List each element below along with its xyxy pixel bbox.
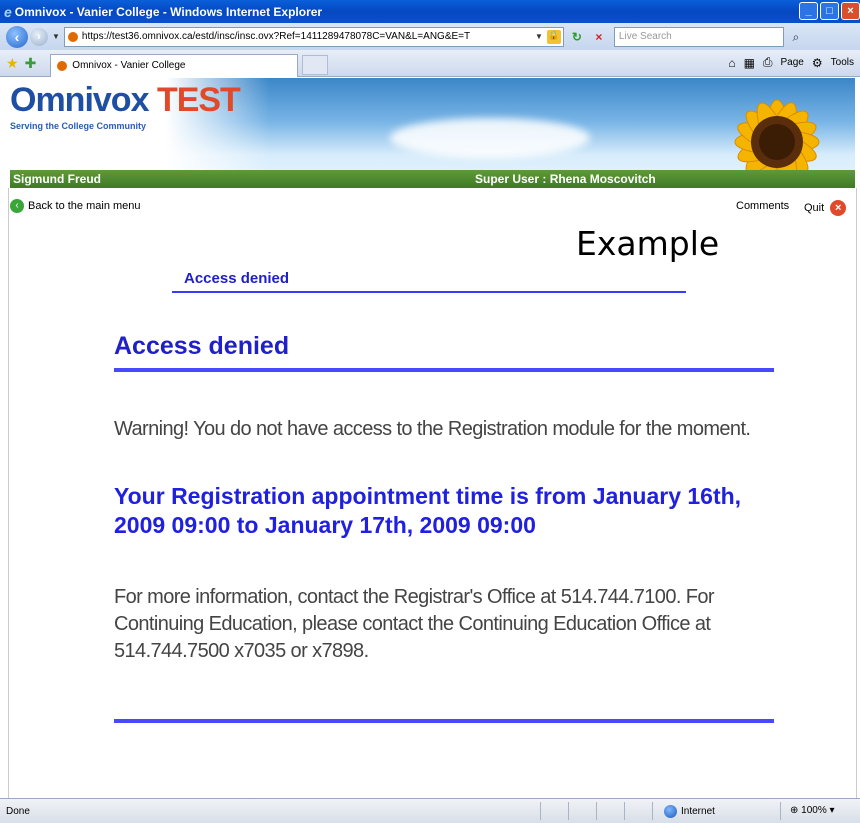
address-input[interactable]: https://test36.omnivox.ca/estd/insc/insc… (63, 26, 564, 47)
quit-label: Quit (804, 202, 825, 214)
zoom-level[interactable]: ⊕ 100% ▾ (790, 805, 835, 816)
brand-tagline: Serving the College Community (10, 121, 147, 131)
bottom-divider (114, 719, 774, 723)
back-arrow-icon: ‹ (10, 199, 24, 213)
home-icon[interactable]: ⌂ (728, 56, 735, 70)
stop-icon[interactable]: × (590, 28, 608, 46)
tab-label: Omnivox - Vanier College (72, 60, 186, 71)
cloud-decoration (390, 118, 590, 158)
brand-name: Omnivox (10, 81, 149, 119)
forward-arrow-button[interactable]: › (30, 27, 48, 46)
tab-toolbar: ★ ✚ Omnivox - Vanier College ⌂ ▦ ⎙ Page … (0, 50, 860, 77)
links-row: ‹ Back to the main menu Comments Quit × (10, 199, 855, 219)
back-to-menu-link[interactable]: ‹ Back to the main menu (10, 199, 141, 213)
new-tab-button[interactable] (302, 55, 329, 75)
globe-icon (664, 805, 677, 818)
site-banner: Omnivox TEST Serving the College Communi… (10, 78, 855, 188)
warning-message: Warning! You do not have access to the R… (114, 418, 751, 440)
maximize-button[interactable]: □ (820, 2, 839, 20)
tools-menu[interactable]: Tools (831, 57, 854, 68)
print-icon[interactable]: ⎙ (763, 55, 773, 70)
close-button[interactable]: × (841, 2, 860, 20)
back-arrow-button[interactable]: ‹ (6, 25, 28, 48)
page-title: Access denied (114, 332, 290, 360)
breadcrumb: Access denied (184, 270, 290, 287)
brand-logo: Omnivox TEST (10, 81, 241, 120)
window-titlebar: e Omnivox - Vanier College - Windows Int… (0, 0, 860, 23)
add-favorite-icon[interactable]: ✚ (25, 55, 37, 72)
search-icon[interactable]: ⌕ (786, 27, 806, 47)
tools-gear-icon: ⚙ (811, 55, 823, 70)
status-text: Done (6, 806, 30, 817)
quit-link[interactable]: Quit × (804, 200, 847, 216)
feeds-icon[interactable]: ▦ (744, 56, 755, 70)
address-dropdown-icon[interactable]: ▼ (535, 32, 543, 41)
brand-test-label: TEST (156, 81, 241, 119)
page-menu[interactable]: Page (781, 57, 804, 68)
lock-icon[interactable]: 🔒 (546, 29, 561, 44)
search-input[interactable]: Live Search (613, 26, 784, 47)
contact-info: For more information, contact the Regist… (114, 586, 715, 662)
address-url[interactable]: https://test36.omnivox.ca/estd/insc/insc… (82, 31, 531, 42)
status-bar: Done Internet ⊕ 100% ▾ (0, 798, 860, 823)
history-dropdown-icon[interactable]: ▼ (52, 32, 60, 41)
address-toolbar: ‹ › ▼ https://test36.omnivox.ca/estd/ins… (0, 23, 860, 50)
tab-omnivox[interactable]: Omnivox - Vanier College (50, 53, 299, 77)
favorites-star-icon[interactable]: ★ (6, 55, 19, 72)
minimize-button[interactable]: _ (799, 2, 818, 20)
comments-link[interactable]: Comments (736, 200, 789, 212)
site-favicon-icon (67, 31, 78, 42)
refresh-icon[interactable]: ↻ (568, 28, 586, 46)
user-bar: Sigmund Freud Super User : Rhena Moscovi… (10, 170, 855, 188)
window-title: Omnivox - Vanier College - Windows Inter… (14, 4, 323, 19)
command-bar: ⌂ ▦ ⎙ Page ⚙ Tools (728, 55, 854, 70)
tab-favicon-icon (57, 60, 68, 71)
window-controls: _ □ × (799, 2, 860, 20)
ie-logo-icon: e (4, 3, 12, 20)
super-user-label: Super User : Rhena Moscovitch (475, 172, 656, 186)
title-divider (114, 368, 774, 372)
user-name: Sigmund Freud (13, 172, 101, 186)
security-zone[interactable]: Internet (664, 805, 715, 818)
quit-icon: × (830, 200, 847, 216)
back-link-label: Back to the main menu (28, 200, 141, 212)
example-overlay-label: Example (576, 224, 720, 263)
appointment-message: Your Registration appointment time is fr… (114, 483, 742, 538)
zone-label: Internet (681, 806, 715, 817)
breadcrumb-divider (172, 291, 686, 293)
